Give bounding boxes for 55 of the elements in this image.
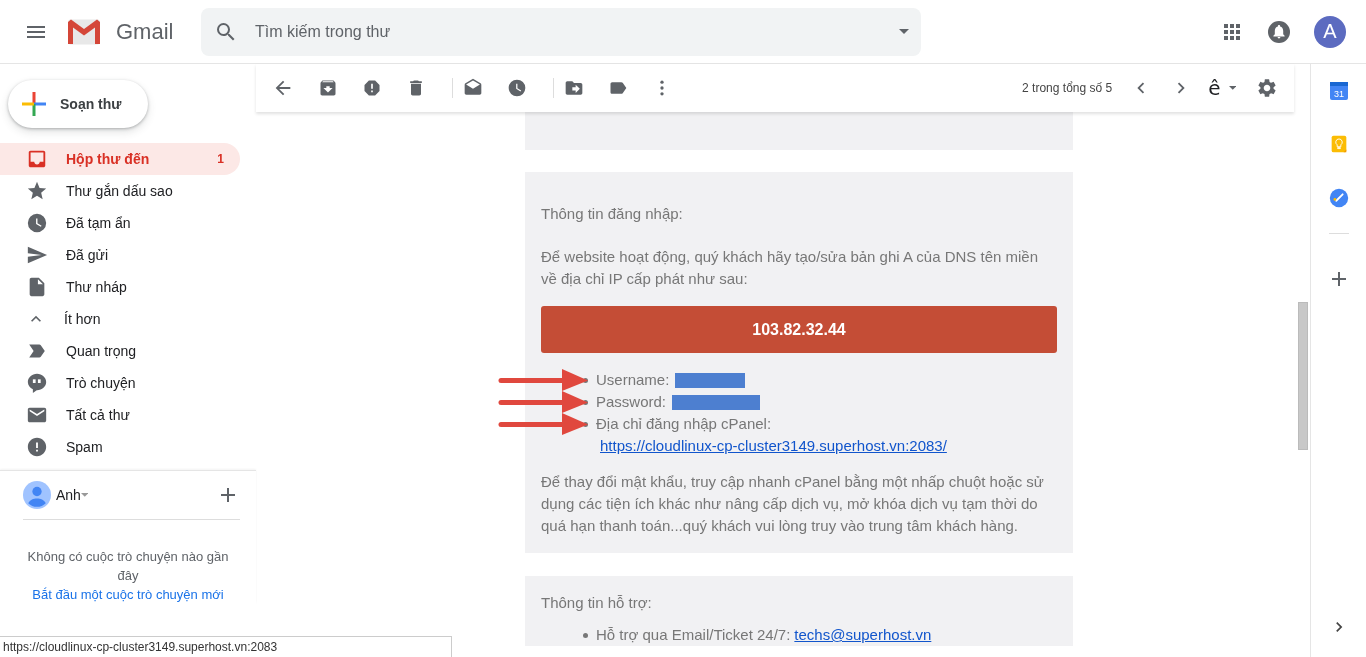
chat-icon: [26, 372, 48, 394]
ip-address-banner: 103.82.32.44: [541, 306, 1057, 353]
detail-label: Password:: [596, 392, 667, 412]
caret-icon: [1228, 86, 1236, 90]
plus-icon: [22, 92, 46, 116]
move-to-folder-icon[interactable]: [564, 78, 584, 98]
alert-icon: [26, 436, 48, 458]
link[interactable]: techs@superhost.vn: [794, 624, 932, 646]
app-name: Gmail: [116, 18, 175, 45]
paragraph: Để thay đổi mật khẩu, truy cập nhanh cPanel bằng một nhấp chuột hoặc sử dụng các tiện ích khác như nâng cấp dịch vụ, mở khóa dịch vụ tạm thời do quá hạn thanh toán...quý khách vui lòng truy vào trung tâm khách hàng.: [541, 472, 1045, 536]
status-bar-url: https://cloudlinux-cp-cluster3149.superhost.vn:2083: [0, 636, 452, 657]
empty-message: Không có cuộc trò chuyện nào gần đây: [26, 548, 230, 585]
detail-label: Địa chỉ đăng nhập cPanel:: [596, 414, 772, 434]
settings-icon[interactable]: [1256, 77, 1278, 99]
paragraph: Để website hoạt động, quý khách hãy tạo/sửa bản ghi A của DNS tên miền về địa chỉ IP cấp phát như sau:: [541, 247, 1040, 289]
clock-icon: [26, 212, 48, 234]
caret-icon[interactable]: [899, 29, 909, 34]
calendar-icon[interactable]: 31: [1328, 81, 1349, 101]
tasks-icon[interactable]: [1327, 187, 1350, 209]
bell-icon[interactable]: [1267, 19, 1291, 44]
section-heading: Thông tin đăng nhập:: [541, 204, 684, 224]
sidebar-item[interactable]: Quan trọng: [0, 335, 240, 367]
bullet: [583, 633, 588, 638]
search-field[interactable]: Tìm kiếm trong thư: [201, 7, 921, 56]
search-input[interactable]: Tìm kiếm trong thư: [253, 21, 899, 42]
sidebar-item[interactable]: Thư gắn dấu sao: [0, 175, 240, 207]
link[interactable]: https://cloudlinux-cp-cluster3149.superhost.vn:2083/: [600, 435, 947, 457]
avatar-icon[interactable]: [23, 481, 51, 509]
detail-label: Hỗ trợ qua Email/Ticket 24/7:: [596, 625, 791, 645]
sidebar-item[interactable]: Thư nháp: [0, 271, 240, 303]
input-tools-button[interactable]: ê: [1208, 76, 1236, 100]
send-icon: [26, 244, 48, 266]
clock-icon[interactable]: [507, 78, 527, 98]
open-envelope-icon[interactable]: [463, 78, 483, 98]
sidebar-item[interactable]: Trò chuyện: [0, 367, 240, 399]
sidebar-item[interactable]: Tất cả thư: [0, 399, 240, 431]
compose-button[interactable]: Soạn thư: [8, 80, 148, 128]
sidebar-item[interactable]: Spam: [0, 431, 240, 463]
sidebar-item[interactable]: Ít hơn: [0, 303, 240, 335]
star-icon: [26, 180, 48, 202]
detail-label: Username:: [596, 370, 670, 390]
report-icon[interactable]: [362, 78, 382, 98]
inbox-icon: [26, 148, 48, 170]
archive-icon[interactable]: [318, 78, 338, 98]
sidebar-item[interactable]: Hộp thư đến 1: [0, 143, 240, 175]
scrollbar-thumb[interactable]: [1298, 302, 1308, 450]
sidebar-item[interactable]: Đã tạm ẩn: [0, 207, 240, 239]
unread-count: 1: [217, 152, 224, 166]
section-heading: Thông tin hỗ trợ:: [541, 593, 653, 613]
start-chat-link[interactable]: Bắt đầu một cuộc trò chuyện mới: [0, 585, 256, 604]
account-avatar[interactable]: A: [1314, 15, 1346, 48]
user-name[interactable]: Anh: [56, 487, 81, 503]
sidebar-item[interactable]: Đã gửi: [0, 239, 240, 271]
pagination-text: 2 trong tổng số 5: [1022, 81, 1113, 95]
caret-icon[interactable]: [80, 493, 89, 497]
